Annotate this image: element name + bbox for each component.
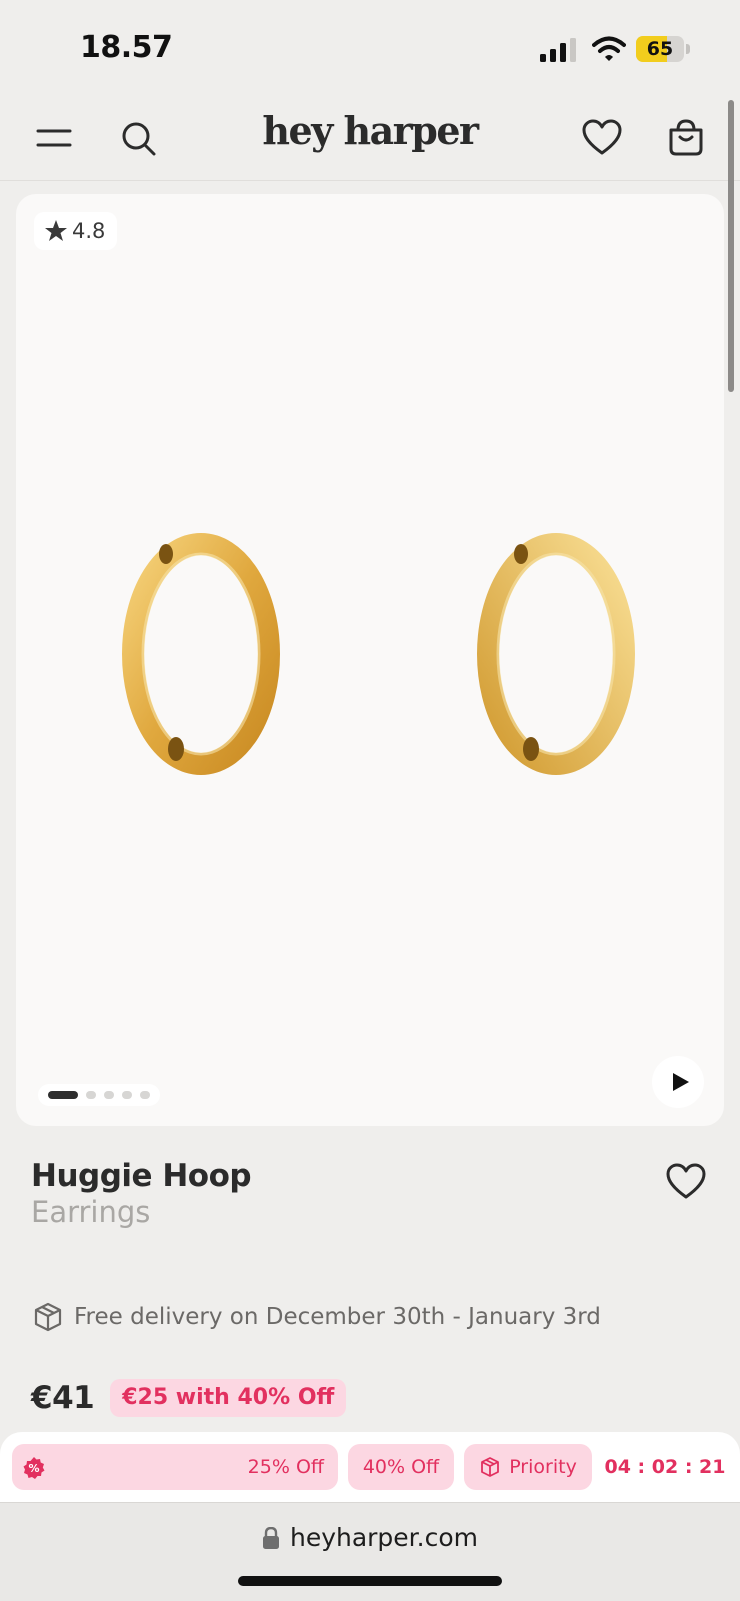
left-earring: [122, 533, 280, 775]
svg-text:%: %: [28, 1462, 39, 1475]
star-icon: [45, 220, 67, 241]
rating-value: 4.8: [72, 219, 106, 243]
delivery-text: Free delivery on December 30th - January…: [74, 1304, 601, 1330]
package-icon: [481, 1457, 500, 1477]
pagination-dot[interactable]: [86, 1091, 96, 1099]
promo-bar: % 25% Off 40% Off Priority 04 : 02 : 21: [0, 1432, 740, 1502]
rating-badge: 4.8: [34, 212, 118, 250]
wifi-icon: [592, 36, 626, 61]
play-video-button[interactable]: [652, 1056, 704, 1108]
shopping-bag-icon[interactable]: [664, 116, 708, 160]
battery-cap: [686, 44, 690, 54]
priority-label: Priority: [509, 1456, 577, 1478]
promo-40-off[interactable]: 40% Off: [348, 1444, 454, 1490]
add-to-wishlist-heart-icon[interactable]: [664, 1160, 708, 1204]
product-category: Earrings: [31, 1195, 151, 1229]
pagination-dot[interactable]: [104, 1091, 114, 1099]
status-time: 18.57: [80, 30, 173, 65]
price: €41: [31, 1380, 95, 1416]
home-indicator[interactable]: [238, 1576, 502, 1586]
image-pagination[interactable]: [38, 1084, 160, 1106]
brand-logo[interactable]: hey harper: [220, 108, 520, 153]
product-image-gallery[interactable]: 4.8: [16, 194, 724, 1126]
search-icon[interactable]: [116, 116, 160, 160]
pagination-dot[interactable]: [140, 1091, 150, 1099]
battery-body: 65: [636, 36, 684, 62]
product-title: Huggie Hoop: [31, 1158, 252, 1194]
promo-25-off[interactable]: % 25% Off: [12, 1444, 338, 1490]
countdown-timer: 04 : 02 : 21: [604, 1456, 726, 1478]
play-icon: [673, 1073, 689, 1091]
discount-price-badge: €25 with 40% Off: [110, 1379, 347, 1417]
wishlist-heart-icon[interactable]: [580, 116, 624, 160]
promo-40-off-label: 40% Off: [362, 1456, 440, 1478]
menu-icon[interactable]: [32, 116, 76, 160]
price-row: €41 €25 with 40% Off: [31, 1378, 347, 1418]
status-bar: 18.57 65: [0, 0, 740, 96]
page-scrollbar[interactable]: [728, 100, 734, 392]
battery-indicator: 65: [636, 36, 690, 62]
top-navigation: hey harper: [0, 96, 740, 181]
lock-icon: [262, 1526, 279, 1549]
product-image: [122, 533, 635, 775]
package-icon: [34, 1302, 62, 1332]
browser-address-bar[interactable]: heyharper.com: [0, 1502, 740, 1601]
pagination-dot[interactable]: [122, 1091, 132, 1099]
pagination-dot[interactable]: [48, 1091, 78, 1099]
delivery-info: Free delivery on December 30th - January…: [32, 1298, 601, 1336]
url-text: heyharper.com: [289, 1523, 479, 1552]
signal-icon: [540, 38, 576, 62]
right-earring: [477, 533, 635, 775]
battery-level: 65: [646, 38, 674, 60]
promo-25-off-label: 25% Off: [247, 1456, 324, 1478]
percent-badge-icon: %: [23, 1457, 45, 1479]
url-display[interactable]: heyharper.com: [0, 1523, 740, 1552]
priority-shipping[interactable]: Priority: [464, 1444, 592, 1490]
